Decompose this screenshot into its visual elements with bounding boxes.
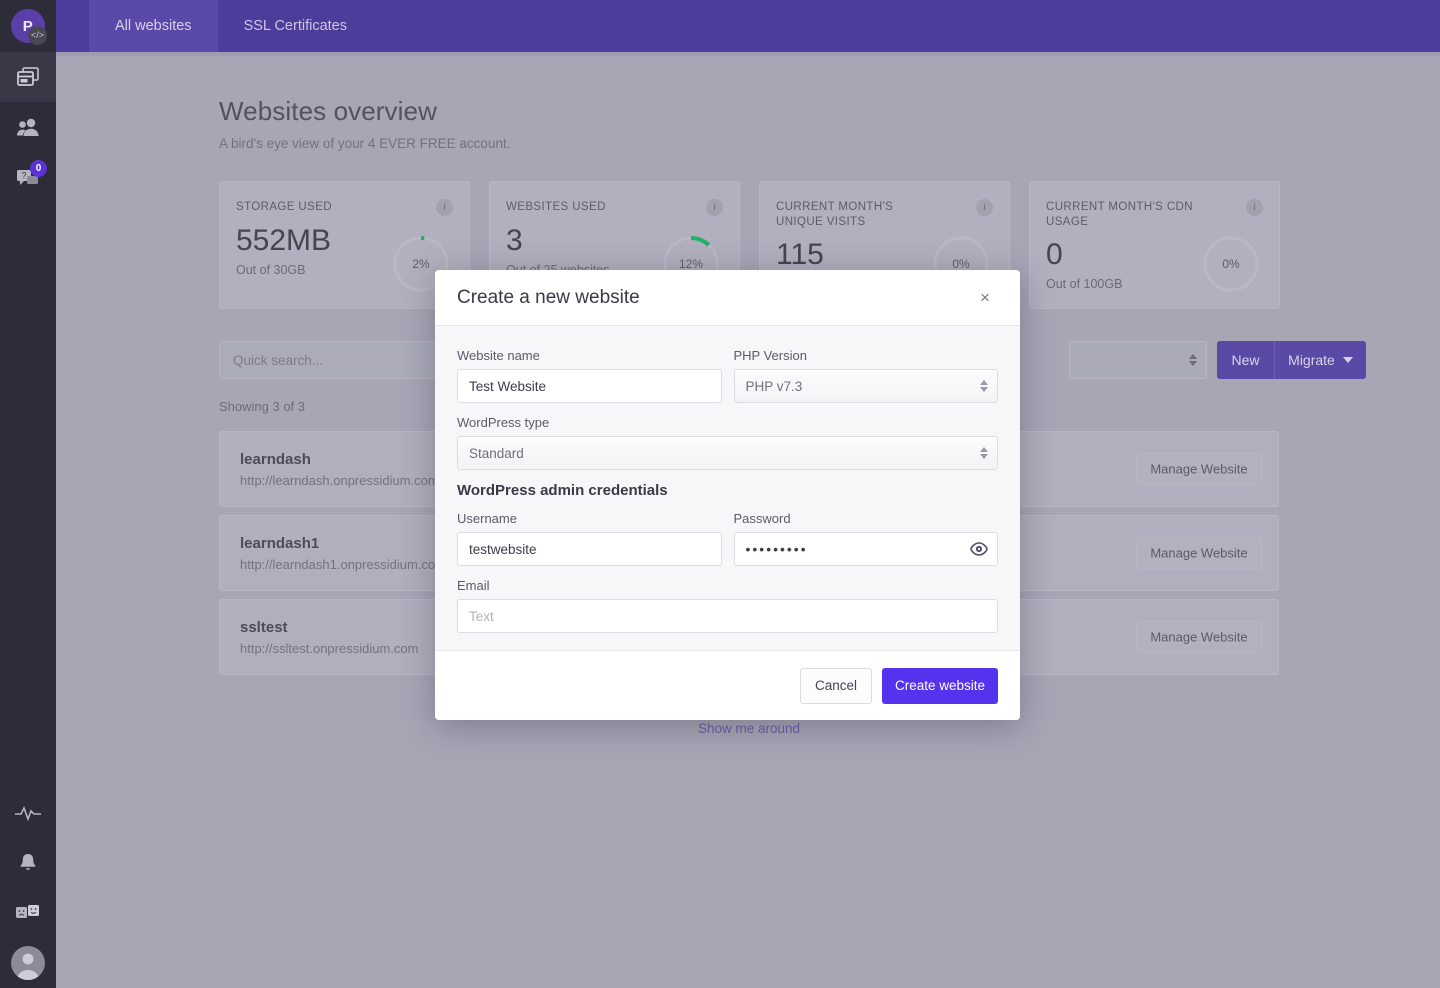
tab-all-websites[interactable]: All websites: [89, 0, 218, 52]
page-title: Websites overview: [219, 96, 437, 126]
modal-body: Website name Test Website PHP Version PH…: [435, 326, 1020, 650]
email-label: Email: [457, 578, 490, 593]
website-name: learndash: [240, 450, 311, 468]
sidebar-bottom-items: [0, 788, 56, 988]
spinner-arrows-icon: [980, 380, 988, 392]
app-window: P </> ? 0 All websites SSL Certificates …: [0, 0, 1440, 988]
password-input[interactable]: •••••••••: [733, 532, 998, 566]
sidebar-item-account[interactable]: [0, 938, 56, 988]
eye-icon[interactable]: [970, 540, 988, 558]
app-logo[interactable]: P </>: [0, 0, 56, 52]
manage-website-button[interactable]: Manage Website: [1136, 452, 1262, 486]
donut-chart: 0%: [1201, 234, 1261, 294]
email-field: Email Text: [457, 578, 998, 633]
stat-card-storage-used: Storage used 552MB Out of 30GB i 2%: [219, 181, 470, 309]
username-field: Username testwebsite: [457, 511, 722, 566]
show-me-around-link[interactable]: Show me around: [219, 721, 1279, 736]
spinner-arrows-icon: [980, 447, 988, 459]
php-version-value: PHP v7.3: [745, 378, 803, 394]
bell-icon: [18, 852, 38, 874]
credentials-row: Username testwebsite Password •••••••••: [457, 511, 998, 578]
stat-card-cdn-usage: Current month's CDN usage 0 Out of 100GB…: [1029, 181, 1280, 309]
migrate-button-label: Migrate: [1288, 352, 1335, 368]
stat-card-label: Storage used: [236, 201, 332, 213]
modal-footer: Cancel Create website: [435, 650, 1020, 720]
close-icon[interactable]: ×: [972, 285, 998, 311]
left-sidebar: P </> ? 0: [0, 0, 56, 988]
modal-title: Create a new website: [457, 286, 640, 308]
stat-card-label: Websites used: [506, 201, 606, 213]
activity-pulse-icon: [14, 805, 42, 821]
sidebar-primary-items: ? 0: [0, 52, 56, 202]
website-name-field: Website name Test Website: [457, 348, 722, 403]
stat-card-label: Current month's unique visits: [776, 201, 894, 228]
sidebar-item-activity[interactable]: [0, 788, 56, 838]
email-input[interactable]: Text: [457, 599, 998, 633]
modal-header: Create a new website ×: [435, 270, 1020, 326]
info-icon[interactable]: i: [1246, 199, 1263, 216]
sidebar-item-users[interactable]: [0, 102, 56, 152]
wordpress-type-field: WordPress type Standard: [457, 415, 998, 470]
feedback-faces-icon: [15, 903, 41, 923]
code-brackets-icon: </>: [28, 26, 47, 45]
website-url: http://learndash1.onpressidium.com: [240, 556, 446, 572]
info-icon[interactable]: i: [976, 199, 993, 216]
wordpress-type-select[interactable]: Standard: [457, 436, 998, 470]
websites-icon: [17, 67, 39, 87]
sidebar-item-websites[interactable]: [0, 52, 56, 102]
sort-select[interactable]: [1069, 341, 1207, 379]
website-url: http://ssltest.onpressidium.com: [240, 640, 419, 656]
credentials-heading: WordPress admin credentials: [457, 482, 668, 499]
manage-website-button[interactable]: Manage Website: [1136, 620, 1262, 654]
info-icon[interactable]: i: [436, 199, 453, 216]
chevron-down-icon: [1342, 357, 1353, 363]
create-website-modal: Create a new website × Website name Test…: [435, 270, 1020, 720]
new-button-label: New: [1231, 352, 1260, 368]
tab-ssl-certificates-label: SSL Certificates: [243, 18, 347, 34]
svg-text:?: ?: [21, 171, 26, 181]
wordpress-type-label: WordPress type: [457, 415, 550, 430]
sidebar-item-support[interactable]: ? 0: [0, 152, 56, 202]
spinner-arrows-icon: [1189, 354, 1197, 366]
cancel-button[interactable]: Cancel: [800, 667, 872, 704]
new-button[interactable]: New: [1217, 341, 1275, 379]
username-label: Username: [457, 511, 517, 526]
username-input[interactable]: testwebsite: [457, 532, 722, 566]
search-placeholder: Quick search...: [233, 352, 324, 368]
php-version-label: PHP Version: [733, 348, 807, 363]
info-icon[interactable]: i: [706, 199, 723, 216]
manage-website-button[interactable]: Manage Website: [1136, 536, 1262, 570]
tab-all-websites-label: All websites: [115, 18, 192, 34]
wordpress-type-value: Standard: [469, 445, 524, 461]
php-version-select[interactable]: PHP v7.3: [733, 369, 998, 403]
website-name: ssltest: [240, 618, 288, 636]
website-url: http://learndash.onpressidium.com: [240, 472, 439, 488]
name-php-row: Website name Test Website PHP Version PH…: [457, 348, 998, 415]
avatar: [11, 946, 45, 980]
donut-percent: 0%: [1222, 257, 1240, 271]
create-website-button[interactable]: Create website: [882, 667, 998, 704]
password-label: Password: [733, 511, 791, 526]
website-name-input[interactable]: Test Website: [457, 369, 722, 403]
sidebar-item-feedback[interactable]: [0, 888, 56, 938]
page-subtitle: A bird's eye view of your 4 EVER FREE ac…: [219, 136, 511, 151]
website-name-label: Website name: [457, 348, 540, 363]
tab-ssl-certificates[interactable]: SSL Certificates: [218, 0, 373, 52]
password-value: •••••••••: [745, 541, 808, 557]
password-input-wrapper: •••••••••: [733, 532, 998, 566]
password-field: Password •••••••••: [733, 511, 998, 566]
php-version-field: PHP Version PHP v7.3: [733, 348, 998, 403]
migrate-button[interactable]: Migrate: [1275, 341, 1366, 379]
create-buttons-group: New Migrate: [1217, 341, 1366, 379]
top-navigation: All websites SSL Certificates: [56, 0, 1440, 56]
sidebar-item-notifications[interactable]: [0, 838, 56, 888]
support-badge: 0: [30, 160, 47, 177]
users-icon: [16, 117, 40, 137]
website-name: learndash1: [240, 534, 320, 552]
stat-card-label: Current month's CDN usage: [1046, 201, 1193, 228]
